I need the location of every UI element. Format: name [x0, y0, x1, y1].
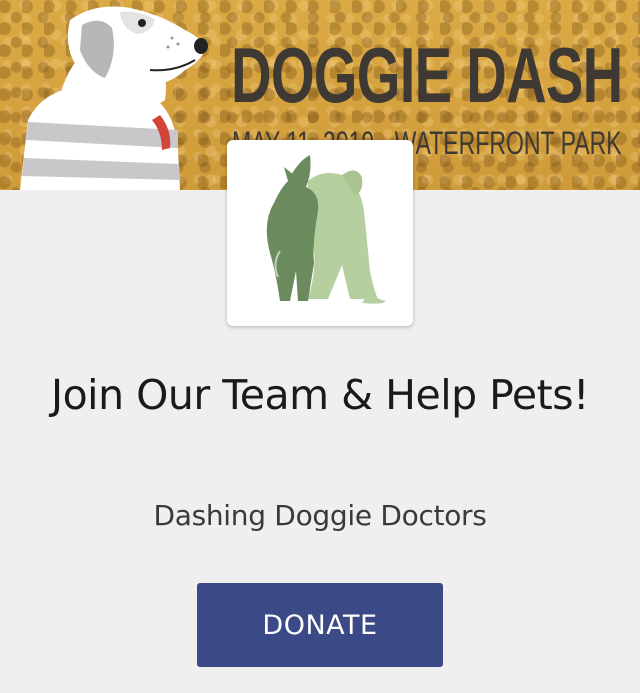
team-name: Dashing Doggie Doctors	[153, 499, 487, 532]
team-logo	[227, 140, 413, 326]
dog-mascot-illustration	[20, 6, 208, 190]
dog-and-cat-silhouette-icon	[266, 155, 386, 304]
event-title: DOGGIE DASH	[231, 31, 623, 119]
team-page-title: Join Our Team & Help Pets!	[51, 371, 590, 419]
donate-button[interactable]: DONATE	[197, 583, 443, 667]
